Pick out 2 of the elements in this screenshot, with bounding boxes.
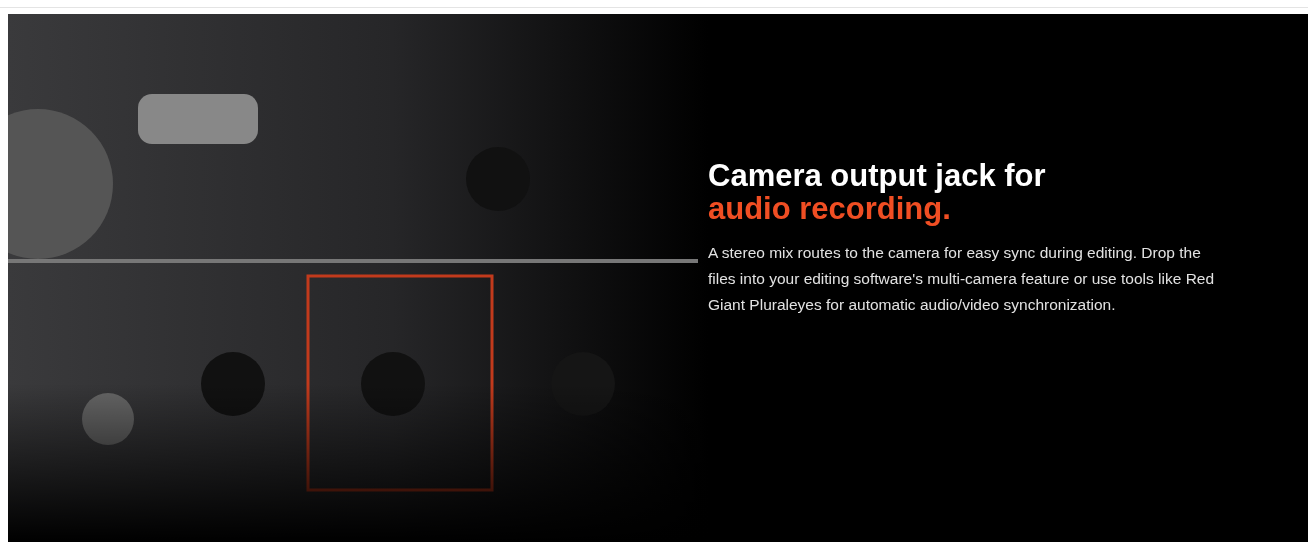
hero-heading: Camera output jack for audio recording. bbox=[708, 159, 1047, 226]
hero-description: A stereo mix routes to the camera for easy sync during editing. Drop the files into your editing software's multi-camera feature or use tools like Red Giant Pluraleyes for automatic audio/video synchronization. bbox=[708, 242, 1216, 315]
